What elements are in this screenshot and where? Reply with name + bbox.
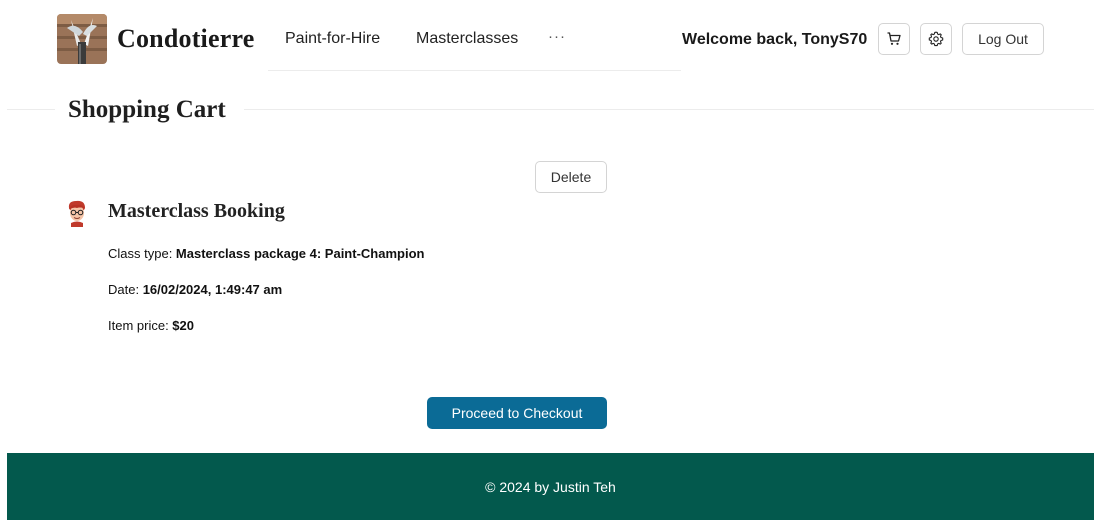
site-header: Condotierre Paint-for-Hire Masterclasses… [0, 0, 1100, 80]
logout-button[interactable]: Log Out [962, 23, 1044, 55]
date-row: Date: 16/02/2024, 1:49:47 am [108, 282, 282, 297]
brand-logo[interactable] [57, 14, 107, 64]
price-row: Item price: $20 [108, 318, 194, 333]
avatar [66, 199, 88, 227]
nav-item-masterclasses[interactable]: Masterclasses [416, 30, 518, 48]
cart-icon [887, 32, 901, 45]
avatar-icon [68, 200, 85, 227]
title-divider-left [7, 109, 55, 110]
cart-button[interactable] [878, 23, 910, 55]
page-title: Shopping Cart [68, 96, 230, 124]
welcome-message: Welcome back, TonyS70 [682, 31, 868, 48]
nav-item-paint-for-hire[interactable]: Paint-for-Hire [285, 30, 380, 48]
title-divider-right [244, 109, 1094, 110]
date-value: 16/02/2024, 1:49:47 am [142, 282, 283, 297]
date-label: Date: [108, 282, 143, 297]
main-nav: Paint-for-Hire Masterclasses [268, 0, 681, 71]
price-value: $20 [172, 318, 194, 333]
class-type-value: Masterclass package 4: Paint-Champion [175, 246, 425, 261]
delete-item-button[interactable]: Delete [535, 161, 607, 193]
proceed-to-checkout-button[interactable]: Proceed to Checkout [427, 397, 607, 429]
gear-icon [928, 31, 944, 47]
price-label: Item price: [108, 318, 173, 333]
class-type-row: Class type: Masterclass package 4: Paint… [108, 246, 424, 261]
nav-overflow-menu[interactable]: ··· [548, 28, 566, 45]
class-type-label: Class type: [108, 246, 176, 261]
brand-name[interactable]: Condotierre [117, 24, 254, 54]
footer-copyright: © 2024 by Justin Teh [485, 478, 616, 495]
site-footer: © 2024 by Justin Teh [7, 453, 1094, 520]
settings-button[interactable] [920, 23, 952, 55]
paint-brush-logo-icon [57, 14, 107, 64]
cart-item-title: Masterclass Booking [108, 200, 285, 222]
